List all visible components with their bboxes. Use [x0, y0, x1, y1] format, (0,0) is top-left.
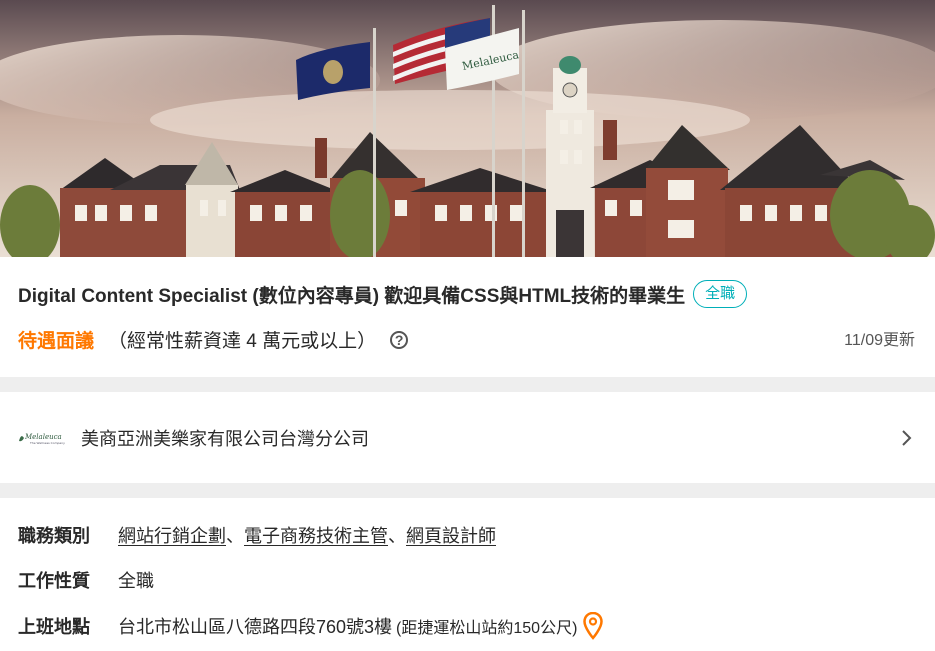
job-category-values: 網站行銷企劃、電子商務技術主管、網頁設計師 [118, 522, 496, 548]
section-divider [0, 483, 935, 498]
job-category-row: 職務類別 網站行銷企劃、電子商務技術主管、網頁設計師 [18, 522, 496, 548]
category-link-web-designer[interactable]: 網頁設計師 [406, 526, 496, 546]
section-divider [0, 377, 935, 392]
update-date: 11/09更新 [844, 332, 915, 349]
job-title-row: Digital Content Specialist (數位內容專員) 歡迎具備… [18, 280, 748, 308]
chevron-right-icon[interactable] [901, 429, 913, 447]
company-name[interactable]: 美商亞洲美樂家有限公司台灣分公司 [81, 425, 369, 451]
map-pin-icon[interactable] [583, 612, 604, 640]
melaleuca-logo-icon: Melaleuca The Wellness Company [19, 433, 65, 445]
salary-text: 待遇面議 [18, 331, 95, 352]
salary-note: （經常性薪資達 4 萬元或以上） [108, 331, 377, 352]
job-category-label: 職務類別 [18, 526, 90, 546]
job-location-row: 上班地點 台北市松山區八德路四段760號3樓 (距捷運松山站約150公尺) [18, 612, 604, 640]
job-title: Digital Content Specialist (數位內容專員) 歡迎具備… [18, 285, 686, 307]
category-separator: 、 [226, 526, 244, 546]
mrt-distance-note: (距捷運松山站約150公尺) [396, 620, 578, 637]
hero-image: Melaleuca [0, 0, 935, 257]
job-type-row: 工作性質 全職 [18, 567, 154, 593]
building-illustration: Melaleuca [0, 0, 935, 257]
salary-row: 待遇面議 （經常性薪資達 4 萬元或以上） ? [18, 326, 409, 353]
job-type-value: 全職 [118, 571, 154, 591]
job-location-label: 上班地點 [18, 617, 90, 637]
company-row[interactable]: Melaleuca The Wellness Company 美商亞洲美樂家有限… [0, 393, 935, 483]
svg-text:Melaleuca: Melaleuca [24, 433, 62, 441]
category-separator: 、 [388, 526, 406, 546]
company-logo: Melaleuca The Wellness Company [18, 431, 66, 445]
question-mark-icon[interactable]: ? [390, 330, 409, 349]
svg-text:The Wellness Company: The Wellness Company [29, 441, 65, 445]
job-type-label: 工作性質 [18, 571, 90, 591]
job-type-badge: 全職 [693, 280, 748, 308]
category-link-web-marketing[interactable]: 網站行銷企劃 [118, 526, 226, 546]
category-link-ecommerce-manager[interactable]: 電子商務技術主管 [244, 526, 388, 546]
job-location-value: 台北市松山區八德路四段760號3樓 [118, 617, 393, 637]
